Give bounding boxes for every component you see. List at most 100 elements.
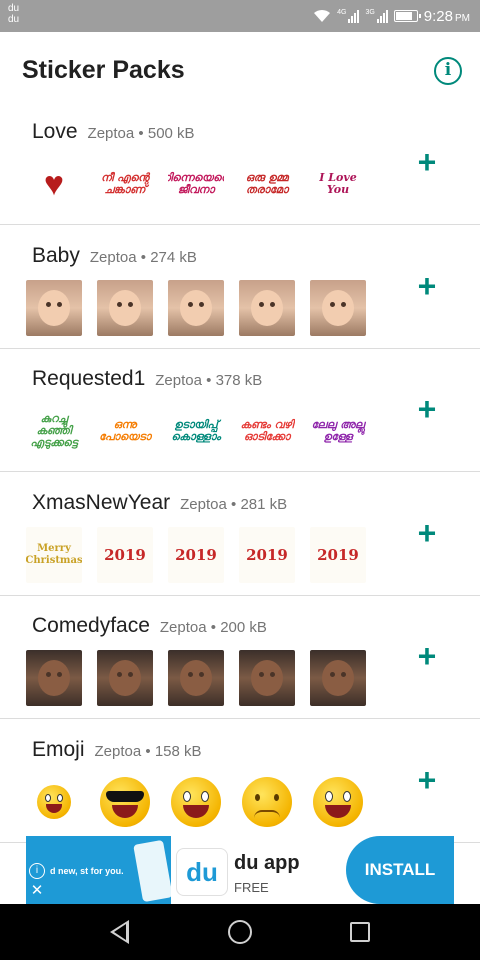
sticker-thumbnail[interactable] bbox=[26, 650, 82, 706]
ad-banner[interactable]: d new, st for you. i ✕ du du app FREE IN… bbox=[26, 836, 454, 904]
pack-name: Emoji bbox=[32, 737, 85, 761]
pack-separator: • bbox=[138, 125, 144, 142]
sticker-thumbnail[interactable]: കുറച്ചു കഞ്ഞി എടുക്കട്ടെ bbox=[26, 403, 82, 459]
sticker-pack-row[interactable]: Emoji Zeptoa • 158 kB + bbox=[0, 720, 480, 843]
pack-publisher: Zeptoa bbox=[159, 619, 207, 636]
ad-close-icon[interactable]: ✕ bbox=[29, 883, 45, 899]
sticker-thumbnail[interactable] bbox=[239, 650, 295, 706]
info-icon[interactable]: i bbox=[434, 57, 462, 85]
pack-size: 200 kB bbox=[220, 619, 267, 636]
sticker-thumbnail[interactable]: 2019 bbox=[168, 526, 224, 583]
sticker-thumbnail[interactable] bbox=[26, 774, 82, 830]
sticker-thumbnail[interactable]: നിന്നെയെന്റെ ജീവനാ bbox=[168, 156, 224, 212]
plus-icon[interactable]: + bbox=[412, 146, 442, 178]
sticker-thumbnail[interactable] bbox=[168, 279, 224, 336]
wifi-icon bbox=[314, 9, 331, 22]
ad-image[interactable]: d new, st for you. bbox=[26, 836, 171, 904]
carrier-labels: du du bbox=[8, 3, 19, 25]
pack-meta: Zeptoa • 200 kB bbox=[160, 619, 267, 636]
sticker-thumbnail[interactable]: 2019 bbox=[97, 526, 153, 583]
emoji-face-icon bbox=[242, 776, 292, 827]
install-button[interactable]: INSTALL bbox=[346, 836, 454, 904]
sticker-thumbnail[interactable]: I Love You bbox=[310, 156, 366, 212]
sticker-thumbnail[interactable] bbox=[239, 774, 295, 830]
face-illustration bbox=[251, 660, 283, 696]
sticker-thumbnail[interactable] bbox=[310, 774, 366, 830]
sticker-thumbnail[interactable] bbox=[168, 774, 224, 830]
pack-publisher: Zeptoa bbox=[94, 742, 142, 760]
pack-name: XmasNewYear bbox=[32, 490, 171, 514]
pack-size: 500 kB bbox=[147, 125, 195, 142]
sticker-thumbnail[interactable]: ഉടായിപ്പ് കൊള്ളാം bbox=[168, 403, 224, 459]
sticker-thumbnail[interactable]: നീ എന്റെ ചങ്കാണ് bbox=[97, 156, 153, 212]
sticker-thumbnail[interactable] bbox=[239, 279, 295, 336]
sticker-pack-row[interactable]: XmasNewYear Zeptoa • 281 kB Merry Christma… bbox=[0, 473, 480, 596]
face-illustration bbox=[109, 289, 141, 326]
pack-title: Baby Zeptoa • 274 kB bbox=[32, 244, 197, 268]
plus-icon[interactable]: + bbox=[412, 517, 442, 549]
status-icons: 4G 3G 9:28 PM bbox=[313, 7, 470, 25]
emoji-face-icon bbox=[37, 784, 71, 819]
sticker-pack-row[interactable]: Requested1 Zeptoa • 378 kB കുറച്ചു കഞ്ഞി എ… bbox=[0, 349, 480, 472]
sticker-thumbnail[interactable] bbox=[168, 650, 224, 706]
pack-title: XmasNewYear Zeptoa • 281 kB bbox=[32, 491, 287, 515]
pack-size: 281 kB bbox=[240, 495, 288, 513]
page-title: Sticker Packs bbox=[22, 56, 185, 84]
plus-icon[interactable]: + bbox=[412, 640, 442, 672]
home-icon[interactable] bbox=[228, 920, 252, 944]
sticker-preview-row bbox=[26, 650, 366, 706]
back-icon[interactable] bbox=[110, 920, 129, 944]
pack-publisher: Zeptoa bbox=[180, 495, 227, 513]
pack-separator: • bbox=[210, 619, 217, 636]
sticker-preview-row: Merry Christmas 2019 2019 2019 2019 bbox=[26, 526, 366, 583]
battery-icon bbox=[393, 10, 421, 22]
face-illustration bbox=[251, 289, 283, 326]
plus-icon[interactable]: + bbox=[412, 270, 442, 302]
sticker-thumbnail[interactable]: കണ്ടം വഴി ഓടിക്കോ bbox=[239, 403, 295, 459]
sticker-pack-row[interactable]: Comedyface Zeptoa • 200 kB + bbox=[0, 596, 480, 719]
plus-icon[interactable]: + bbox=[412, 764, 442, 796]
sticker-thumbnail[interactable] bbox=[310, 279, 366, 336]
pack-separator: • bbox=[231, 495, 237, 513]
sticker-thumbnail[interactable] bbox=[97, 279, 153, 336]
pack-title: Comedyface Zeptoa • 200 kB bbox=[32, 614, 267, 638]
sticker-preview-row bbox=[26, 774, 366, 830]
sticker-pack-row[interactable]: Baby Zeptoa • 274 kB + bbox=[0, 226, 480, 349]
ad-app-logo[interactable]: du bbox=[176, 848, 228, 896]
pack-meta: Zeptoa • 274 kB bbox=[90, 249, 197, 266]
sticker-pack-row[interactable]: Love Zeptoa • 500 kB ♥ നീ എന്റെ ചങ്കാണ് നിന്… bbox=[0, 102, 480, 225]
sticker-thumbnail[interactable]: Merry Christmas bbox=[26, 526, 82, 583]
recents-icon[interactable] bbox=[350, 922, 370, 942]
pack-separator: • bbox=[140, 248, 147, 266]
sticker-thumbnail[interactable]: 2019 bbox=[310, 526, 366, 583]
pack-size: 274 kB bbox=[150, 248, 197, 266]
sticker-thumbnail[interactable]: ലേലു അല്ലു ഉള്ളേ bbox=[310, 403, 366, 459]
ad-app-name[interactable]: du app bbox=[234, 852, 300, 875]
sticker-thumbnail[interactable]: ♥ bbox=[26, 156, 82, 212]
ad-info-icon[interactable]: i bbox=[29, 863, 45, 879]
emoji-face-icon bbox=[100, 776, 150, 827]
sticker-preview-row: കുറച്ചു കഞ്ഞി എടുക്കട്ടെ ഒന്നു പോയെടാ ഉടായ… bbox=[26, 403, 366, 459]
sticker-thumbnail[interactable]: 2019 bbox=[239, 526, 295, 583]
sticker-thumbnail[interactable] bbox=[97, 650, 153, 706]
plus-icon[interactable]: + bbox=[412, 393, 442, 425]
face-illustration bbox=[38, 289, 70, 326]
carrier-label-2: du bbox=[8, 14, 20, 25]
face-illustration bbox=[322, 660, 354, 696]
pack-meta: Zeptoa • 378 kB bbox=[155, 372, 262, 389]
pack-name: Comedyface bbox=[32, 614, 150, 637]
signal-icon-2: 3G bbox=[365, 9, 388, 23]
sticker-thumbnail[interactable]: ഒന്നു പോയെടാ bbox=[97, 403, 153, 459]
pack-name: Love bbox=[32, 120, 78, 143]
pack-meta: Zeptoa • 281 kB bbox=[180, 496, 287, 513]
face-illustration bbox=[109, 660, 141, 696]
sticker-thumbnail[interactable] bbox=[97, 774, 153, 830]
pack-size: 378 kB bbox=[215, 372, 263, 389]
sticker-thumbnail[interactable] bbox=[26, 279, 82, 336]
emoji-face-icon bbox=[313, 776, 363, 827]
clock: 9:28 PM bbox=[423, 7, 470, 25]
face-illustration bbox=[38, 660, 70, 696]
sticker-thumbnail[interactable] bbox=[310, 650, 366, 706]
pack-publisher: Zeptoa bbox=[155, 372, 202, 389]
sticker-thumbnail[interactable]: ഒരു ഉമ്മ തരാമോ bbox=[239, 156, 295, 212]
